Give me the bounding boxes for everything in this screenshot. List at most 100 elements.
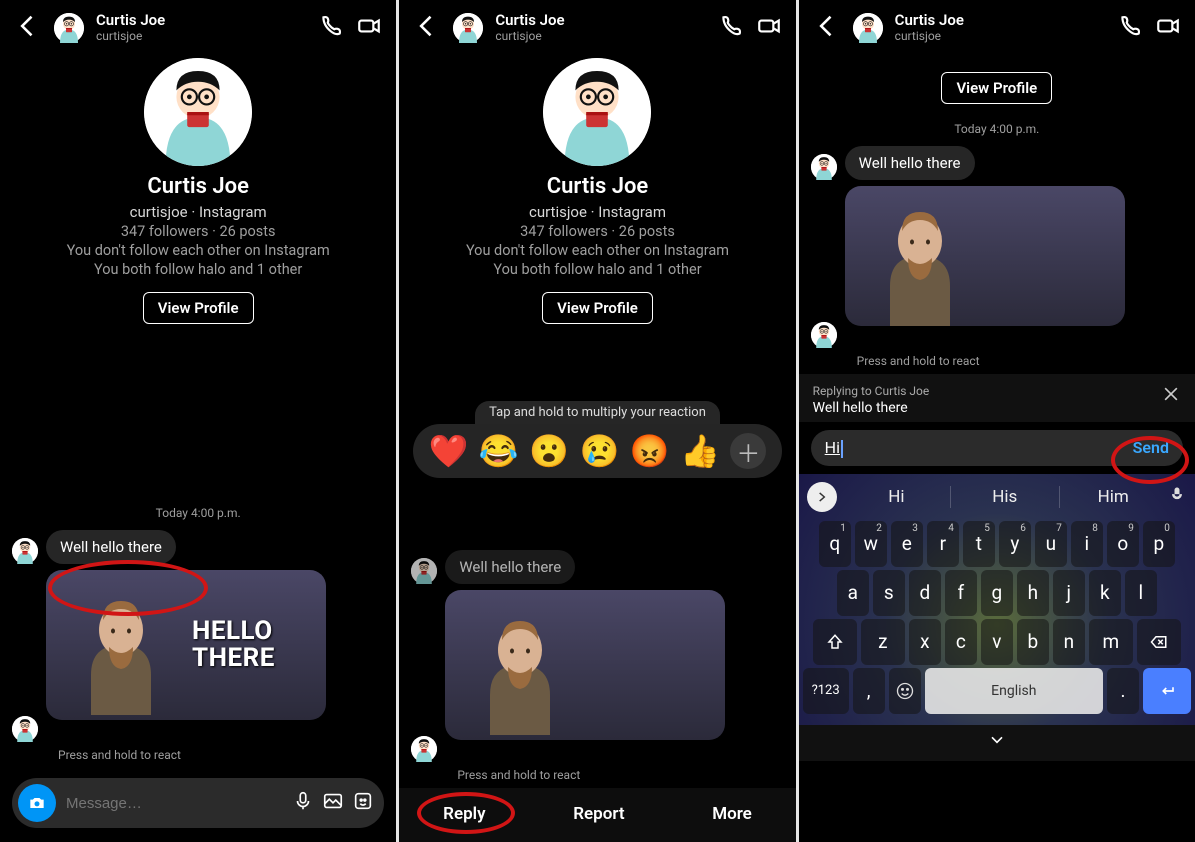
header-identity[interactable]: Curtis Joe curtisjoe <box>495 12 705 43</box>
header-name: Curtis Joe <box>96 12 306 29</box>
audio-call-button[interactable] <box>718 13 744 43</box>
sender-avatar[interactable] <box>411 558 437 584</box>
key-q[interactable]: q1 <box>819 521 851 567</box>
comma-key[interactable]: , <box>853 668 885 714</box>
key-l[interactable]: l <box>1125 570 1157 616</box>
key-b[interactable]: b <box>1017 619 1049 665</box>
profile-stats: 347 followers · 26 posts <box>419 223 775 240</box>
shift-key[interactable] <box>813 619 857 665</box>
virtual-keyboard: Hi His Him q1w2e3r4t5y6u7i8o9p0 asdfghjk… <box>799 474 1195 725</box>
key-d[interactable]: d <box>909 570 941 616</box>
cancel-reply-button[interactable] <box>1161 384 1181 408</box>
sender-avatar[interactable] <box>411 736 437 762</box>
key-f[interactable]: f <box>945 570 977 616</box>
reply-action[interactable]: Reply <box>443 804 485 824</box>
suggestion-2[interactable]: His <box>951 487 1058 507</box>
key-z[interactable]: z <box>861 619 905 665</box>
key-i[interactable]: i8 <box>1071 521 1103 567</box>
message-bubble[interactable]: Well hello there <box>46 530 176 564</box>
gif-attachment[interactable] <box>445 590 725 740</box>
key-a[interactable]: a <box>837 570 869 616</box>
gif-attachment[interactable]: HELLO THERE <box>46 570 326 720</box>
key-j[interactable]: j <box>1053 570 1085 616</box>
camera-button[interactable] <box>18 784 56 822</box>
view-profile-button[interactable]: View Profile <box>542 292 653 324</box>
audio-call-button[interactable] <box>318 13 344 43</box>
key-n[interactable]: n <box>1053 619 1085 665</box>
gif-attachment[interactable] <box>845 186 1125 326</box>
sender-avatar[interactable] <box>12 716 38 742</box>
more-action[interactable]: More <box>712 804 752 824</box>
key-e[interactable]: e3 <box>891 521 923 567</box>
backspace-key[interactable] <box>1137 619 1181 665</box>
header-identity[interactable]: Curtis Joe curtisjoe <box>895 12 1105 43</box>
back-button[interactable] <box>14 12 42 44</box>
reaction-sad[interactable]: 😢 <box>579 432 619 470</box>
reply-context: Replying to Curtis Joe Well hello there <box>799 374 1195 422</box>
message-bubble[interactable]: Well hello there <box>445 550 575 584</box>
reply-input[interactable]: Hi <box>825 438 1133 458</box>
key-h[interactable]: h <box>1017 570 1049 616</box>
voice-typing-button[interactable] <box>1167 485 1187 509</box>
send-button[interactable]: Send <box>1133 438 1169 457</box>
view-profile-button[interactable]: View Profile <box>143 292 254 324</box>
key-u[interactable]: u7 <box>1035 521 1067 567</box>
reaction-wow[interactable]: 😮 <box>529 432 569 470</box>
mic-button[interactable] <box>292 790 314 816</box>
header-avatar[interactable] <box>853 13 883 43</box>
key-v[interactable]: v <box>981 619 1013 665</box>
react-hint: Press and hold to react <box>857 354 1195 368</box>
profile-summary: Curtis Joe curtisjoe · Instagram 347 fol… <box>0 52 396 328</box>
suggestion-1[interactable]: Hi <box>843 487 950 507</box>
message-bubble[interactable]: Well hello there <box>845 146 975 180</box>
back-button[interactable] <box>813 12 841 44</box>
key-w[interactable]: w2 <box>855 521 887 567</box>
video-call-button[interactable] <box>356 13 382 43</box>
header-identity[interactable]: Curtis Joe curtisjoe <box>96 12 306 43</box>
key-y[interactable]: y6 <box>999 521 1031 567</box>
key-c[interactable]: c <box>945 619 977 665</box>
enter-key[interactable] <box>1143 668 1191 714</box>
replying-to-message: Well hello there <box>813 400 1181 416</box>
key-k[interactable]: k <box>1089 570 1121 616</box>
collapse-keyboard-button[interactable] <box>799 725 1195 761</box>
back-button[interactable] <box>413 12 441 44</box>
sender-avatar[interactable] <box>12 538 38 564</box>
period-key[interactable]: . <box>1107 668 1139 714</box>
key-t[interactable]: t5 <box>963 521 995 567</box>
sender-avatar[interactable] <box>811 154 837 180</box>
key-x[interactable]: x <box>909 619 941 665</box>
reaction-popup: Tap and hold to multiply your reaction ❤… <box>413 401 781 478</box>
expand-suggestions-button[interactable] <box>807 482 837 512</box>
profile-avatar[interactable] <box>543 58 651 166</box>
symbols-key[interactable]: ?123 <box>803 668 849 714</box>
key-r[interactable]: r4 <box>927 521 959 567</box>
emoji-key[interactable] <box>889 668 921 714</box>
space-key[interactable]: English <box>925 668 1103 714</box>
profile-avatar[interactable] <box>144 58 252 166</box>
audio-call-button[interactable] <box>1117 13 1143 43</box>
key-g[interactable]: g <box>981 570 1013 616</box>
key-o[interactable]: o9 <box>1107 521 1139 567</box>
gif-caption-line-2: THERE <box>192 645 275 672</box>
reaction-angry[interactable]: 😡 <box>630 432 670 470</box>
report-action[interactable]: Report <box>573 804 624 824</box>
message-input[interactable] <box>64 794 284 813</box>
video-call-button[interactable] <box>756 13 782 43</box>
key-p[interactable]: p0 <box>1143 521 1175 567</box>
sender-avatar[interactable] <box>811 322 837 348</box>
sticker-button[interactable] <box>352 790 374 816</box>
header-avatar[interactable] <box>54 13 84 43</box>
view-profile-button[interactable]: View Profile <box>941 72 1052 104</box>
reaction-laugh[interactable]: 😂 <box>479 432 519 470</box>
key-s[interactable]: s <box>873 570 905 616</box>
suggestion-3[interactable]: Him <box>1060 487 1167 507</box>
header-avatar[interactable] <box>453 13 483 43</box>
key-m[interactable]: m <box>1089 619 1133 665</box>
reaction-thumbs-up[interactable]: 👍 <box>680 432 720 470</box>
message-action-bar: Reply Report More <box>399 788 795 842</box>
gallery-button[interactable] <box>322 790 344 816</box>
reaction-heart[interactable]: ❤️ <box>429 432 469 470</box>
reaction-more-button[interactable]: ＋ <box>730 433 766 469</box>
video-call-button[interactable] <box>1155 13 1181 43</box>
